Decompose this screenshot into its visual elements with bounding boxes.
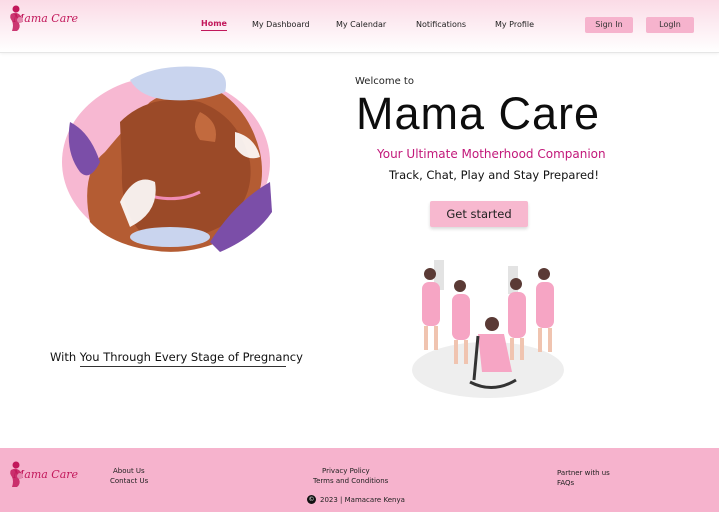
nav-my-calendar[interactable]: My Calendar xyxy=(336,20,386,29)
copyright-text: 2023 | Mamacare Kenya xyxy=(320,495,405,504)
footer-privacy-policy[interactable]: Privacy Policy xyxy=(322,467,370,475)
copyright-icon: © xyxy=(307,495,316,504)
nav-my-profile[interactable]: My Profile xyxy=(495,20,534,29)
sub-tagline: Track, Chat, Play and Stay Prepared! xyxy=(389,168,599,182)
nav-notifications[interactable]: Notifications xyxy=(416,20,466,29)
footer-about-us[interactable]: About Us xyxy=(113,467,145,475)
footer-contact-us[interactable]: Contact Us xyxy=(110,477,148,485)
top-navbar: Mama Care Home My Dashboard My Calendar … xyxy=(0,0,719,53)
pregnant-woman-illustration xyxy=(62,66,272,252)
nav-home[interactable]: Home xyxy=(201,19,227,31)
mother-logo-icon xyxy=(10,5,23,31)
login-button[interactable]: LogIn xyxy=(646,17,694,33)
sign-in-button[interactable]: Sign In xyxy=(585,17,633,33)
pregnancy-stage-text: With You Through Every Stage of Pregnanc… xyxy=(50,350,303,364)
get-started-button[interactable]: Get started xyxy=(430,201,528,227)
brand-logo[interactable]: Mama Care xyxy=(5,4,78,32)
app-title: Mama Care xyxy=(356,88,601,139)
footer-faqs[interactable]: FAQs xyxy=(557,479,574,487)
mother-logo-icon xyxy=(10,461,23,487)
welcome-text: Welcome to xyxy=(355,76,414,87)
footer-partner[interactable]: Partner with us xyxy=(557,469,610,477)
copyright: © 2023 | Mamacare Kenya xyxy=(307,495,405,504)
nav-my-dashboard[interactable]: My Dashboard xyxy=(252,20,310,29)
tagline: Your Ultimate Motherhood Companion xyxy=(377,147,606,161)
mothers-group-illustration xyxy=(412,260,564,398)
stage-text-underline xyxy=(80,366,286,367)
footer-terms[interactable]: Terms and Conditions xyxy=(313,477,388,485)
footer-logo[interactable]: Mama Care xyxy=(5,460,78,488)
